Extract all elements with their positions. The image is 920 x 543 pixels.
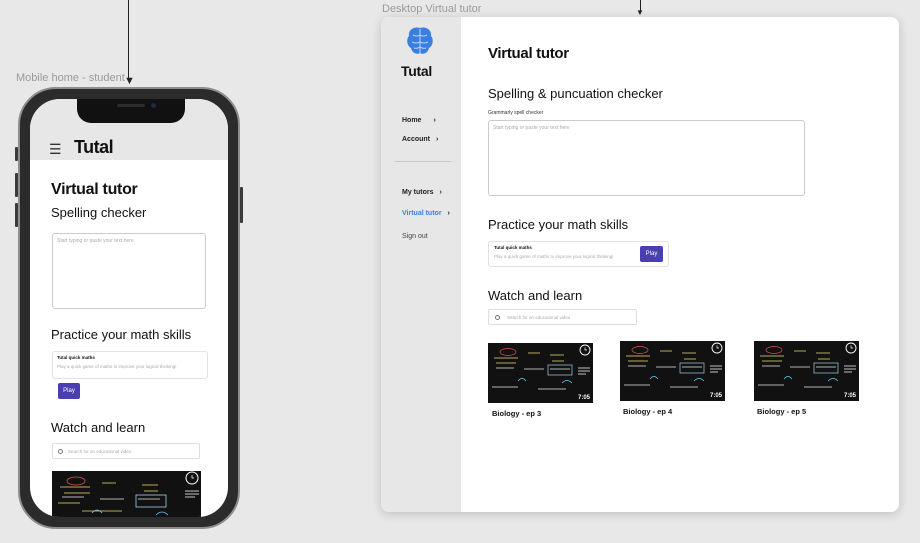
mobile-screen: ☰ Tutal Virtual tutor Spelling checker S…	[30, 99, 228, 517]
mobile-brand-title[interactable]: Tutal	[74, 137, 114, 158]
phone-power-button	[240, 187, 243, 223]
hamburger-icon[interactable]: ☰	[49, 141, 62, 158]
desktop-window: Tutal Home › Account › My tutors › Virtu…	[381, 17, 899, 512]
mobile-spelling-textarea[interactable]: Start typing or paste your text here	[52, 233, 206, 309]
video-thumbnail-ep4[interactable]: 7:05	[620, 341, 725, 401]
desktop-search-input[interactable]: Search for an educational video	[488, 309, 637, 325]
video-thumbnail-ep3[interactable]: 7:05	[488, 343, 593, 403]
nav-item-home[interactable]: Home ›	[402, 117, 436, 124]
phone-notch	[77, 99, 185, 123]
nav-my-tutors-label: My tutors	[402, 189, 434, 196]
phone-volume-down	[15, 203, 18, 227]
mobile-connector-line	[128, 0, 129, 78]
video-title-ep4[interactable]: Biology - ep 4	[623, 407, 672, 416]
nav-item-account[interactable]: Account ›	[402, 136, 438, 143]
desktop-quiz-description: Play a quick game of maths to improve yo…	[494, 254, 614, 259]
desktop-frame-label: Desktop Virtual tutor	[382, 3, 482, 15]
desktop-spelling-subtitle: Grammarly spell checker	[488, 110, 544, 116]
nav-home-label: Home	[402, 117, 422, 124]
mobile-quiz-title: Tutal quick maths	[57, 355, 95, 360]
mobile-quiz-description: Play a quick game of maths to improve yo…	[57, 364, 177, 369]
search-icon	[495, 314, 500, 320]
video-title-ep5[interactable]: Biology - ep 5	[757, 407, 806, 416]
sidebar-divider	[395, 161, 451, 162]
search-icon	[58, 448, 63, 454]
video-duration-ep5: 7:05	[843, 393, 856, 399]
mobile-connector-arrow-icon: ▼	[124, 75, 135, 87]
phone-camera-icon	[151, 103, 156, 108]
nav-virtual-tutor-label: Virtual tutor	[402, 210, 442, 217]
nav-item-my-tutors[interactable]: My tutors ›	[402, 189, 442, 196]
phone-volume-up	[15, 173, 18, 197]
mobile-spelling-heading: Spelling checker	[51, 205, 147, 220]
mobile-search-placeholder: Search for an educational video	[68, 448, 132, 454]
phone-speaker	[117, 104, 145, 107]
mobile-phone-frame: ☰ Tutal Virtual tutor Spelling checker S…	[15, 87, 243, 529]
mobile-math-heading: Practice your math skills	[51, 327, 192, 342]
nav-item-virtual-tutor[interactable]: Virtual tutor ›	[402, 210, 450, 217]
desktop-math-heading: Practice your math skills	[488, 217, 629, 232]
nav-account-label: Account	[402, 136, 430, 143]
brain-icon	[406, 26, 434, 56]
chevron-right-icon: ›	[447, 210, 450, 217]
chevron-right-icon: ›	[439, 189, 442, 196]
mobile-frame-label: Mobile home - student	[16, 72, 125, 84]
desktop-connector-arrow-icon: ▼	[636, 8, 644, 17]
video-duration-ep4: 7:05	[709, 393, 722, 399]
desktop-search-placeholder: Search for an educational video	[507, 314, 571, 320]
desktop-watch-heading: Watch and learn	[488, 288, 583, 303]
desktop-spelling-textarea[interactable]: Start typing or paste your text here	[488, 120, 805, 196]
desktop-brand-title[interactable]: Tutal	[401, 63, 432, 79]
desktop-play-button[interactable]: Play	[640, 246, 663, 262]
chevron-right-icon: ›	[436, 136, 439, 143]
nav-sign-out-label: Sign out	[402, 233, 428, 240]
mobile-video-thumbnail[interactable]	[52, 471, 201, 517]
desktop-page-title: Virtual tutor	[488, 45, 569, 62]
desktop-spelling-heading: Spelling & puncuation checker	[488, 86, 663, 101]
mobile-quiz-card: Tutal quick maths Play a quick game of m…	[52, 351, 208, 379]
mobile-watch-heading: Watch and learn	[51, 420, 146, 435]
desktop-quiz-title: Tutal quick maths	[494, 245, 532, 250]
video-thumbnail-ep5[interactable]: 7:05	[754, 341, 859, 401]
mobile-page-title: Virtual tutor	[51, 181, 138, 198]
video-duration-ep3: 7:05	[577, 395, 590, 401]
video-title-ep3[interactable]: Biology - ep 3	[492, 409, 541, 418]
nav-item-sign-out[interactable]: Sign out	[402, 233, 428, 240]
mobile-search-input[interactable]: Search for an educational video	[52, 443, 200, 459]
phone-mute-switch	[15, 147, 18, 161]
mobile-play-button[interactable]: Play	[58, 383, 80, 399]
desktop-sidebar: Tutal Home › Account › My tutors › Virtu…	[381, 17, 461, 512]
chevron-right-icon: ›	[433, 117, 436, 124]
